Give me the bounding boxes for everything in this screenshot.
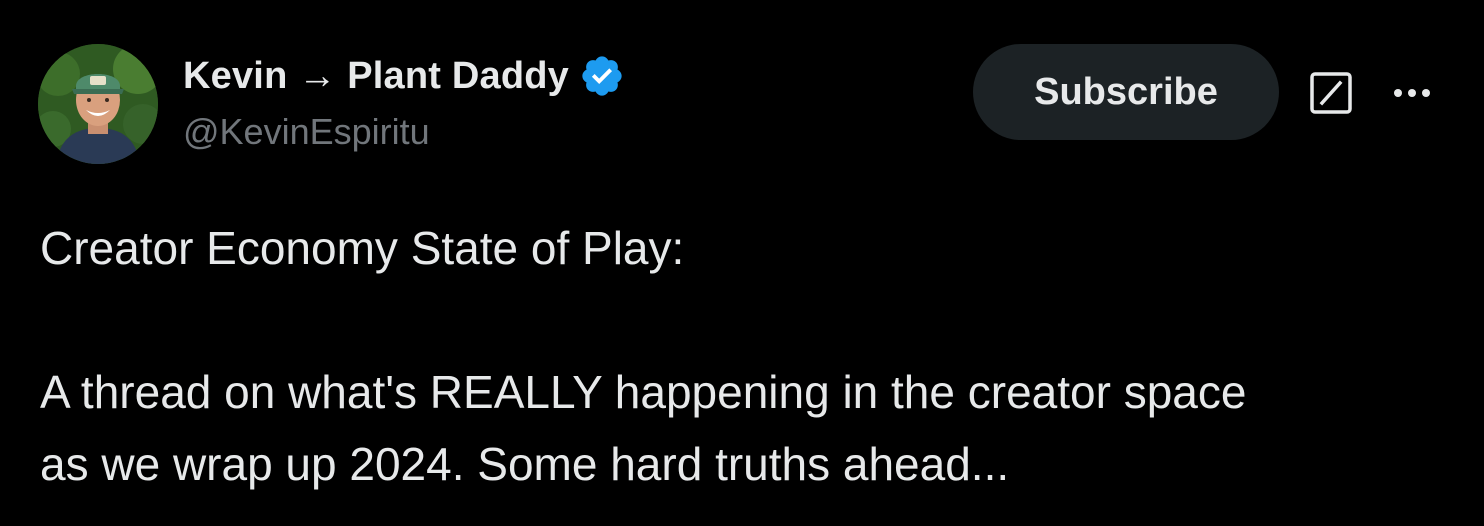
tweet-card: Kevin → Plant Daddy @KevinEspiritu Subsc… bbox=[0, 0, 1484, 526]
dot-icon bbox=[1408, 89, 1416, 97]
author-handle[interactable]: @KevinEspiritu bbox=[183, 111, 430, 153]
author-display-name[interactable]: Kevin → Plant Daddy bbox=[183, 55, 569, 98]
tweet-body: Creator Economy State of Play: A thread … bbox=[40, 212, 1450, 500]
dot-icon bbox=[1422, 89, 1430, 97]
subscribe-button[interactable]: Subscribe bbox=[973, 44, 1279, 140]
tweet-text-line: A thread on what's REALLY happening in t… bbox=[40, 366, 1247, 418]
tweet-text-line: as we wrap up 2024. Some hard truths ahe… bbox=[40, 438, 1010, 490]
profile-photo-icon bbox=[38, 44, 158, 164]
dot-icon bbox=[1394, 89, 1402, 97]
more-options-icon[interactable] bbox=[1387, 70, 1437, 116]
author-name-row[interactable]: Kevin → Plant Daddy bbox=[183, 52, 625, 100]
tweet-text-line: Creator Economy State of Play: bbox=[40, 222, 685, 274]
grok-icon[interactable] bbox=[1307, 69, 1355, 117]
verified-badge-icon[interactable] bbox=[579, 53, 625, 99]
avatar[interactable] bbox=[38, 44, 158, 164]
